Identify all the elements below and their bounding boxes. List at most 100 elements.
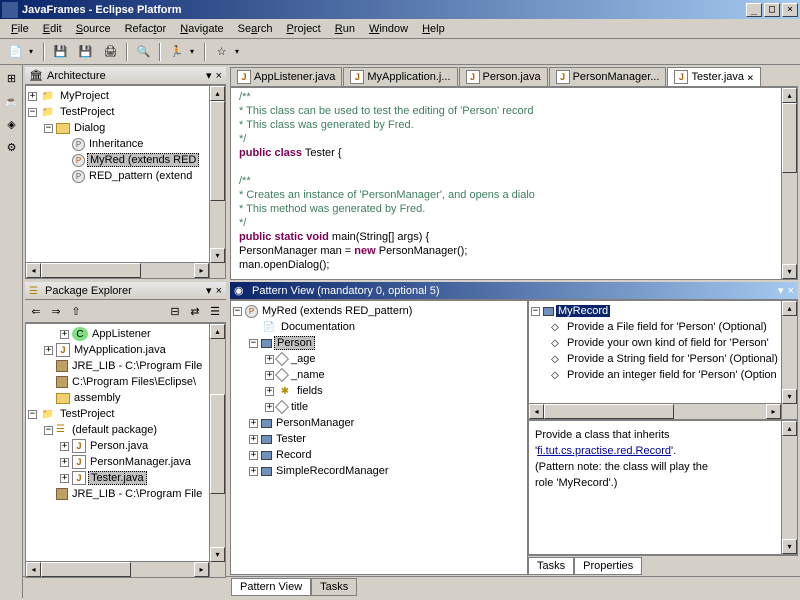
tree-item[interactable]: +_name xyxy=(233,367,525,383)
scrollbar-horizontal[interactable]: ◂▸ xyxy=(529,403,781,419)
print-button[interactable]: 🖨 xyxy=(99,41,122,63)
back-button[interactable]: ⇐ xyxy=(27,302,45,320)
menu-search[interactable]: Search xyxy=(231,21,280,37)
panel-menu-icon[interactable]: ▾ xyxy=(778,284,784,297)
panel-close-icon[interactable]: × xyxy=(216,70,222,82)
tree-item[interactable]: ◇Provide your own kind of field for 'Per… xyxy=(531,335,795,351)
tree-item-dialog[interactable]: −Dialog xyxy=(28,120,223,136)
scrollbar-horizontal[interactable]: ◂▸ xyxy=(26,262,209,278)
tab-person[interactable]: JPerson.java xyxy=(459,67,548,86)
tree-item[interactable]: −(default package) xyxy=(28,422,223,438)
scroll-right-icon[interactable]: ▸ xyxy=(194,263,209,278)
tree-item[interactable]: C:\Program Files\Eclipse\ xyxy=(28,374,223,390)
tab-personmanager[interactable]: JPersonManager... xyxy=(549,67,667,86)
panel-close-icon[interactable]: × xyxy=(788,285,794,297)
tree-item[interactable]: +JPersonManager.java xyxy=(28,454,223,470)
collapse-all-button[interactable]: ⊟ xyxy=(166,302,184,320)
menu-refactor[interactable]: Refactor xyxy=(118,21,174,37)
scroll-down-icon[interactable]: ▾ xyxy=(210,248,225,263)
filter-button[interactable]: ☰ xyxy=(206,302,224,320)
tree-item[interactable]: JRE_LIB - C:\Program File xyxy=(28,358,223,374)
tree-item[interactable]: +_age xyxy=(233,351,525,367)
tab-applistener[interactable]: JAppListener.java xyxy=(230,67,342,86)
sub-tab-tasks[interactable]: Tasks xyxy=(528,557,574,575)
run-dropdown-icon[interactable]: ▾ xyxy=(190,47,200,56)
tree-item[interactable]: −PMyRed (extends RED_pattern) xyxy=(233,303,525,319)
scroll-up-icon[interactable]: ▴ xyxy=(210,86,225,101)
expand-icon[interactable]: + xyxy=(28,92,37,101)
scroll-thumb[interactable] xyxy=(210,101,225,201)
panel-close-icon[interactable]: × xyxy=(216,285,222,297)
forward-button[interactable]: ⇒ xyxy=(47,302,65,320)
scroll-down-icon[interactable]: ▾ xyxy=(782,264,797,279)
run-button[interactable]: 🏃 xyxy=(165,41,188,63)
architecture-panel-header[interactable]: 🏛 Architecture ▾ × xyxy=(25,67,226,85)
menu-navigate[interactable]: Navigate xyxy=(173,21,230,37)
tree-item[interactable]: +CAppListener xyxy=(28,326,223,342)
tree-item[interactable]: ◇Provide a String field for 'Person' (Op… xyxy=(531,351,795,367)
tree-item[interactable]: +✱fields xyxy=(233,383,525,399)
tab-myapplication[interactable]: JMyApplication.j... xyxy=(343,67,457,86)
collapse-icon[interactable]: − xyxy=(44,124,53,133)
jf-dropdown-icon[interactable]: ▾ xyxy=(235,47,245,56)
java-perspective-button[interactable]: ☕ xyxy=(2,92,21,111)
tree-item[interactable]: +title xyxy=(233,399,525,415)
code-editor[interactable]: /** * This class can be used to test the… xyxy=(230,87,798,280)
tab-pattern-view[interactable]: Pattern View xyxy=(231,578,311,596)
tab-tasks[interactable]: Tasks xyxy=(311,578,357,596)
tab-tester[interactable]: JTester.java× xyxy=(667,67,760,86)
scrollbar-vertical[interactable]: ▴▾ xyxy=(781,301,797,419)
scroll-left-icon[interactable]: ◂ xyxy=(26,263,41,278)
link-editor-button[interactable]: ⇄ xyxy=(186,302,204,320)
new-button[interactable]: 📄 xyxy=(4,41,27,63)
tree-item-redpattern[interactable]: PRED_pattern (extend xyxy=(28,168,223,184)
tree-item[interactable]: +Record xyxy=(233,447,525,463)
tree-item[interactable]: −MyRecord xyxy=(531,303,795,319)
scroll-up-icon[interactable]: ▴ xyxy=(782,88,797,103)
collapse-icon[interactable]: − xyxy=(28,108,37,117)
desc-link[interactable]: fi.tut.cs.practise.red.Record xyxy=(537,445,671,457)
javaframes-perspective-button[interactable]: ◈ xyxy=(2,115,21,134)
menu-edit[interactable]: Edit xyxy=(36,21,69,37)
tree-item[interactable]: +JPerson.java xyxy=(28,438,223,454)
tree-item-testproject[interactable]: −📁TestProject xyxy=(28,104,223,120)
close-button[interactable]: × xyxy=(782,3,798,17)
tree-item-myproject[interactable]: +📁MyProject xyxy=(28,88,223,104)
scrollbar-vertical[interactable]: ▴▾ xyxy=(781,88,797,279)
tree-item[interactable]: JRE_LIB - C:\Program File xyxy=(28,486,223,502)
up-button[interactable]: ⇧ xyxy=(67,302,85,320)
javaframes-button[interactable]: ☆ xyxy=(210,41,233,63)
scrollbar-vertical[interactable]: ▴▾ xyxy=(209,324,225,577)
tree-item[interactable]: +JTester.java xyxy=(28,470,223,486)
saveall-button[interactable]: 💾 xyxy=(74,41,97,63)
tree-item-inheritance[interactable]: PInheritance xyxy=(28,136,223,152)
pattern-view-header[interactable]: ◉ Pattern View (mandatory 0, optional 5)… xyxy=(230,282,798,300)
package-explorer-header[interactable]: Package Explorer ▾ × xyxy=(25,282,226,300)
menu-run[interactable]: Run xyxy=(328,21,362,37)
open-perspective-button[interactable]: ⊞ xyxy=(2,69,21,88)
tree-item[interactable]: assembly xyxy=(28,390,223,406)
new-dropdown-icon[interactable]: ▾ xyxy=(29,47,39,56)
search-button[interactable]: 🔍 xyxy=(132,41,155,63)
panel-menu-icon[interactable]: ▾ xyxy=(206,284,212,297)
tree-item[interactable]: +SimpleRecordManager xyxy=(233,463,525,479)
tree-item[interactable]: 📄Documentation xyxy=(233,319,525,335)
menu-help[interactable]: Help xyxy=(415,21,452,37)
tree-item-myred[interactable]: PMyRed (extends RED xyxy=(28,152,223,168)
maximize-button[interactable]: □ xyxy=(764,3,780,17)
minimize-button[interactable]: _ xyxy=(746,3,762,17)
tree-item[interactable]: +PersonManager xyxy=(233,415,525,431)
scrollbar-vertical[interactable]: ▴▾ xyxy=(209,86,225,278)
panel-menu-icon[interactable]: ▾ xyxy=(206,69,212,82)
menu-window[interactable]: Window xyxy=(362,21,415,37)
tree-item[interactable]: ◇Provide an integer field for 'Person' (… xyxy=(531,367,795,383)
tree-item[interactable]: −Person xyxy=(233,335,525,351)
sub-tab-properties[interactable]: Properties xyxy=(574,557,642,575)
save-button[interactable]: 💾 xyxy=(49,41,72,63)
scroll-thumb[interactable] xyxy=(41,263,141,278)
tab-close-icon[interactable]: × xyxy=(747,71,754,84)
scrollbar-horizontal[interactable]: ◂▸ xyxy=(26,561,209,577)
tree-item[interactable]: ◇Provide a File field for 'Person' (Opti… xyxy=(531,319,795,335)
menu-file[interactable]: File xyxy=(4,21,36,37)
scroll-thumb[interactable] xyxy=(782,103,797,173)
